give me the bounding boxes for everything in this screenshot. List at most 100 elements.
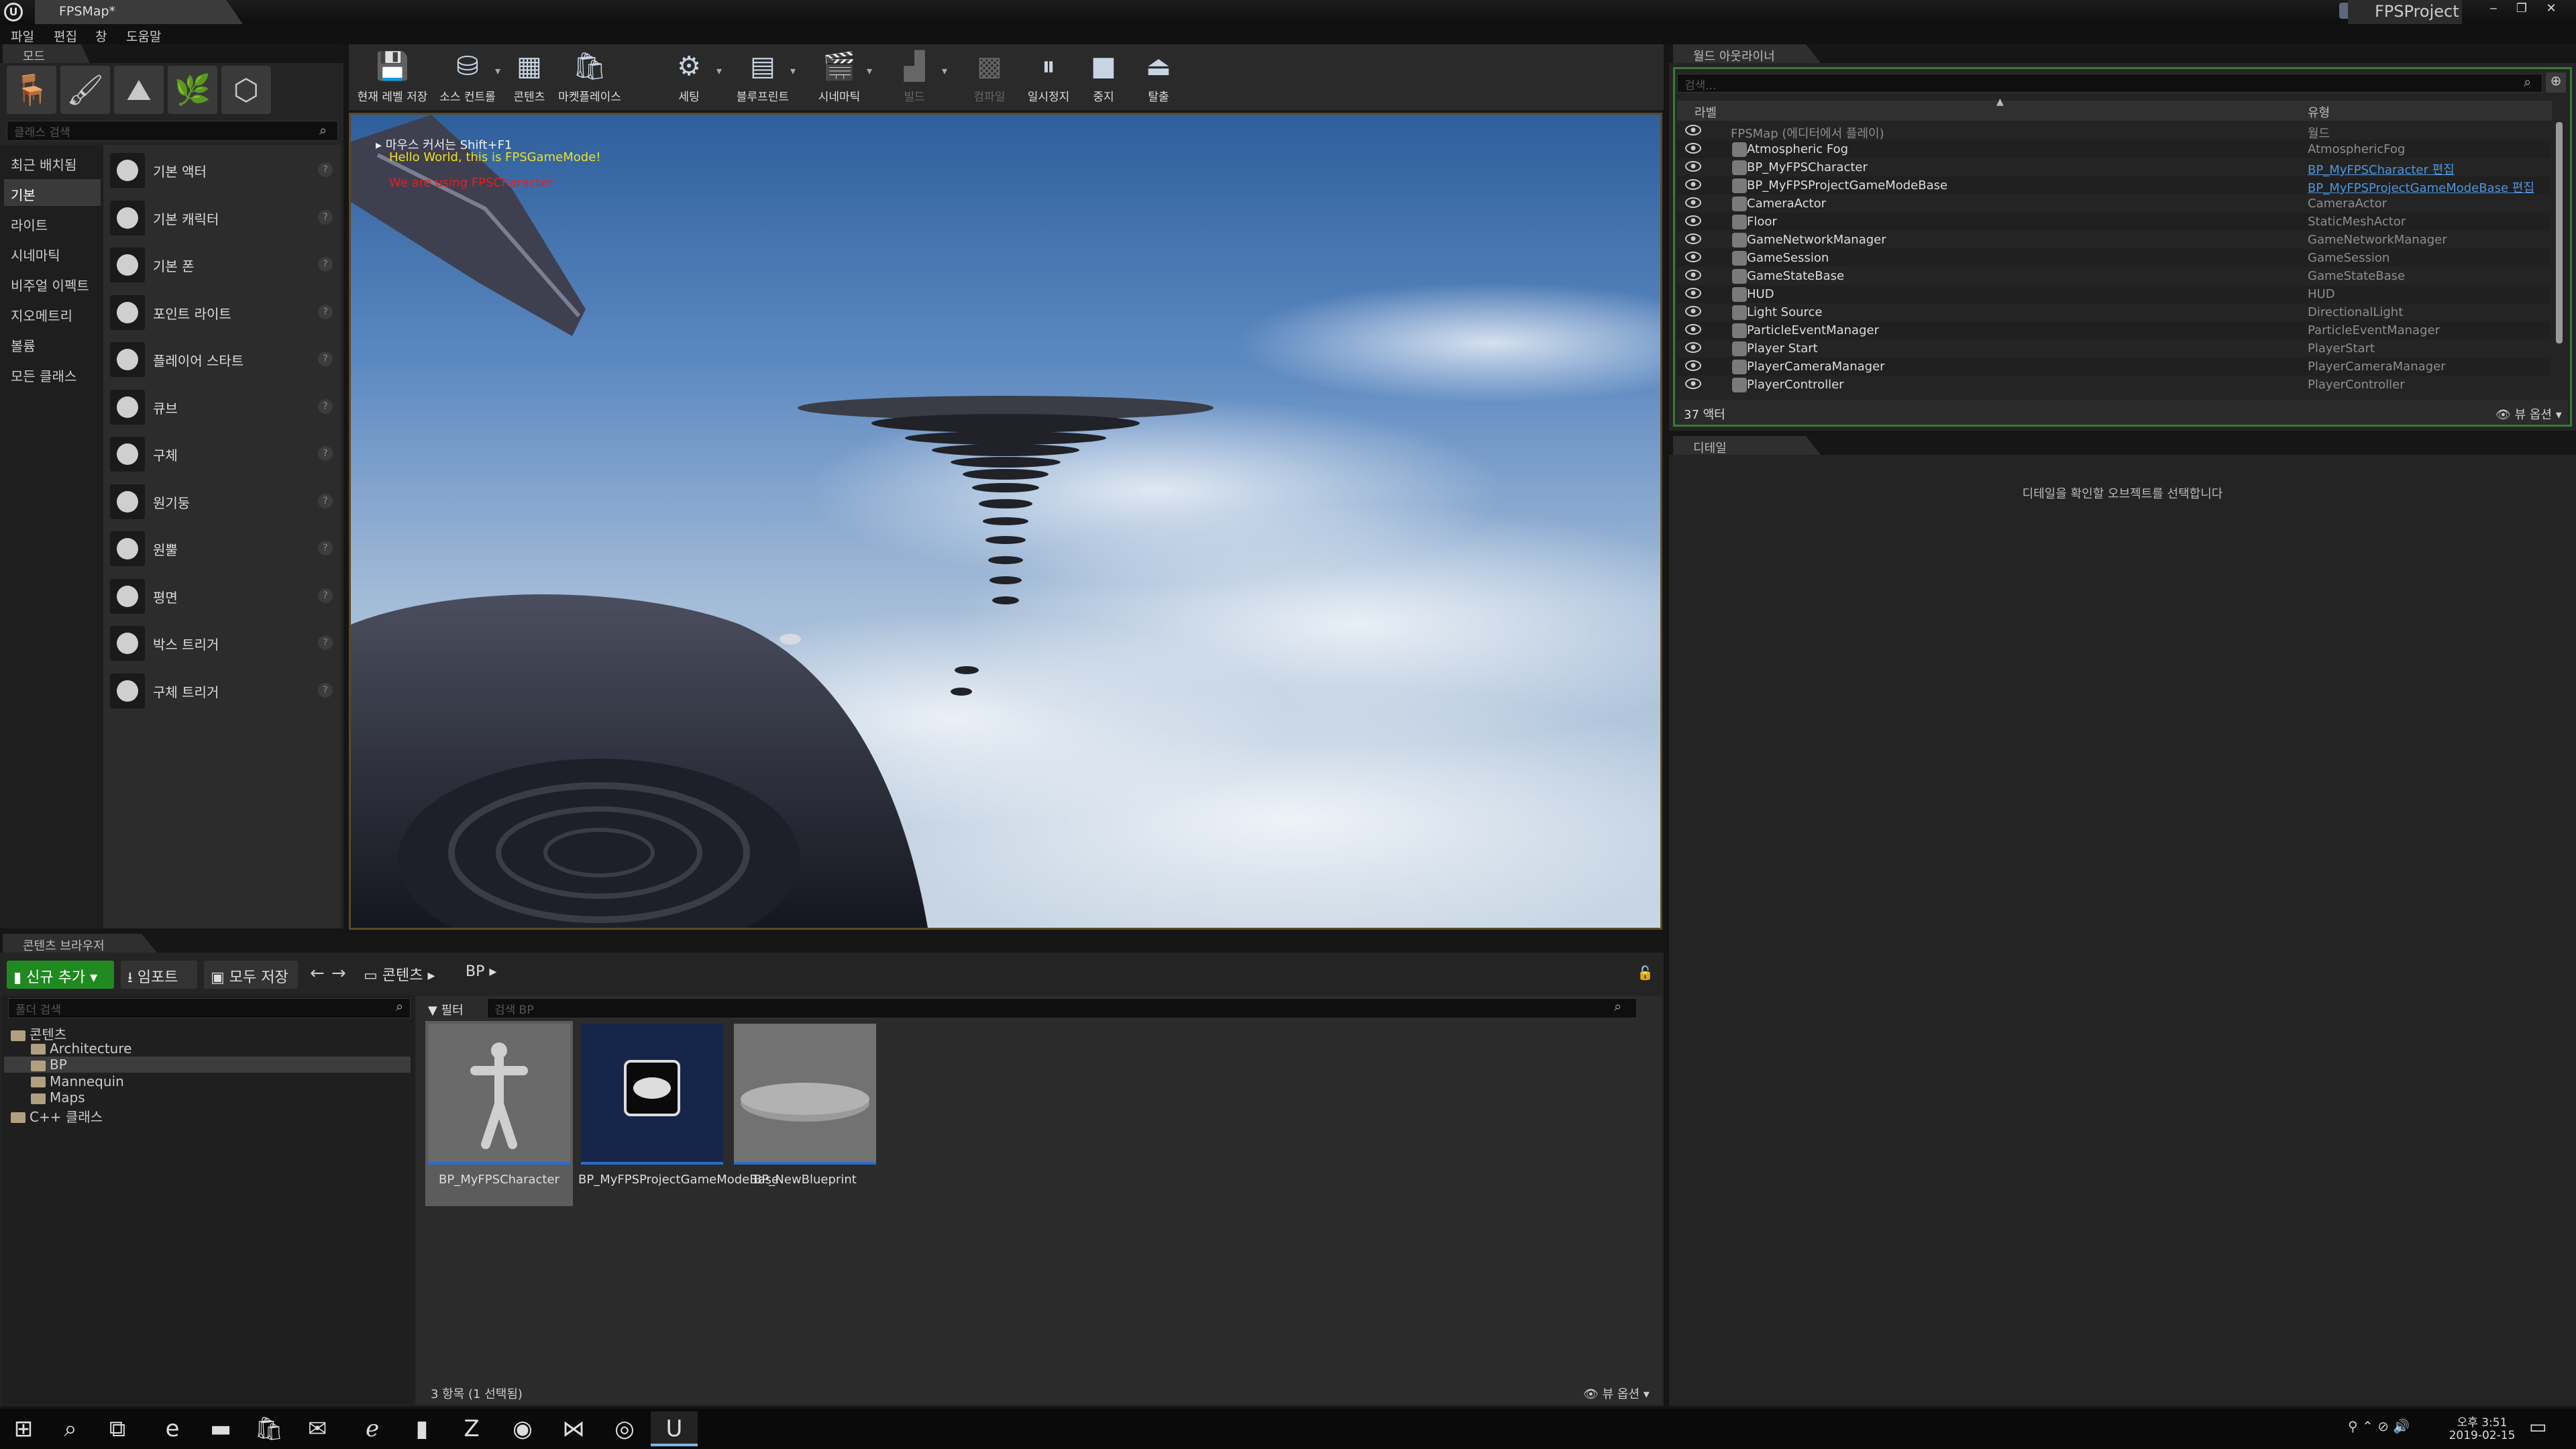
placeable-item[interactable]: 구체 트리거?: [106, 668, 337, 712]
outliner-row[interactable]: ● Player Start PlayerStart: [1677, 339, 2551, 358]
edit-blueprint-link[interactable]: BP_MyFPSProjectGameModeBase 편집: [2308, 178, 2534, 196]
outliner-row[interactable]: ● GameSession GameSession: [1677, 249, 2551, 267]
visibility-eye-icon[interactable]: ●: [1685, 233, 1701, 244]
visibility-eye-icon[interactable]: ●: [1685, 342, 1701, 353]
lock-icon[interactable]: 🔓: [1637, 965, 1654, 981]
folder-tree-item[interactable]: Architecture: [4, 1040, 411, 1057]
task-view-icon[interactable]: ⧉: [94, 1411, 141, 1446]
placeable-item[interactable]: 포인트 라이트?: [106, 290, 337, 334]
visibility-eye-icon[interactable]: ●: [1685, 306, 1701, 317]
category-item[interactable]: 기본: [4, 179, 101, 206]
placeable-item[interactable]: 평면?: [106, 574, 337, 618]
outliner-row[interactable]: ● HUD HUD: [1677, 285, 2551, 303]
folder-tree-item[interactable]: 콘텐츠: [4, 1024, 411, 1042]
category-item[interactable]: 시네마틱: [4, 239, 101, 266]
details-tab[interactable]: 디테일: [1673, 436, 1821, 455]
category-item[interactable]: 최근 배치됨: [4, 149, 101, 176]
menu-file[interactable]: 파일: [11, 27, 34, 45]
landscape-mode-icon[interactable]: ⛰: [114, 66, 164, 114]
placeable-item[interactable]: 구체?: [106, 431, 337, 476]
visibility-eye-icon[interactable]: ●: [1685, 360, 1701, 371]
asset-view-options[interactable]: 👁 뷰 옵션 ▾: [1583, 1385, 1650, 1402]
outliner-row[interactable]: ● Atmospheric Fog AtmosphericFog: [1677, 140, 2551, 158]
menu-help[interactable]: 도움말: [126, 27, 161, 45]
folder-search-input[interactable]: 폴더 검색: [8, 998, 411, 1018]
dropdown-arrow-icon[interactable]: ▾: [867, 64, 872, 77]
outliner-row[interactable]: ● BP_MyFPSProjectGameModeBase BP_MyFPSProj…: [1677, 176, 2551, 195]
outliner-row[interactable]: ● GameNetworkManager GameNetworkManager: [1677, 231, 2551, 249]
settings-button[interactable]: ⚙ 세팅: [652, 47, 726, 109]
unreal-icon[interactable]: U: [651, 1411, 698, 1446]
level-tab[interactable]: FPSMap*: [35, 0, 243, 24]
system-tray-icons[interactable]: ⚲ ⌃ ⊘ 🔊: [2348, 1418, 2410, 1434]
outliner-row[interactable]: ● Light Source DirectionalLight: [1677, 303, 2551, 321]
column-type-header[interactable]: 유형: [2308, 103, 2330, 121]
ie-icon[interactable]: ℯ: [349, 1411, 396, 1446]
help-icon[interactable]: ?: [318, 209, 333, 225]
asset-search-input[interactable]: 검색 BP: [487, 998, 1637, 1018]
visibility-eye-icon[interactable]: ●: [1685, 378, 1701, 389]
path-root[interactable]: ▭ 콘텐츠 ▸: [364, 963, 435, 985]
blueprint-button[interactable]: ▤ 블루프린트: [726, 47, 800, 109]
mail-icon[interactable]: ✉: [294, 1411, 341, 1446]
outliner-row[interactable]: ● CameraActor CameraActor: [1677, 195, 2551, 213]
geometry-mode-icon[interactable]: ⬡: [221, 66, 271, 114]
menu-edit[interactable]: 편집: [54, 27, 77, 45]
outliner-search-input[interactable]: 검색...: [1677, 74, 2542, 93]
category-item[interactable]: 지오메트리: [4, 300, 101, 327]
visibility-eye-icon[interactable]: ●: [1685, 215, 1701, 226]
start-icon[interactable]: ⊞: [0, 1411, 47, 1446]
marketplace-button[interactable]: 🛍 마켓플레이스: [553, 47, 627, 109]
placeable-item[interactable]: 박스 트리거?: [106, 621, 337, 665]
class-search-input[interactable]: 클래스 검색: [7, 121, 338, 141]
folder-tree-item[interactable]: Mannequin: [4, 1073, 411, 1089]
visibility-eye-icon[interactable]: ●: [1685, 161, 1701, 172]
eject-button[interactable]: ⏏ 탈출: [1122, 47, 1195, 109]
outliner-root-row[interactable]: ● FPSMap (에디터에서 플레이) 월드: [1677, 122, 2551, 141]
add-actor-icon[interactable]: ⊕: [2546, 72, 2566, 93]
save-all-button[interactable]: ▣ 모두 저장: [204, 961, 298, 989]
cinematic-button[interactable]: 🎬 시네마틱: [802, 47, 876, 109]
placeable-item[interactable]: 원기둥?: [106, 479, 337, 523]
file-explorer-icon[interactable]: ▬: [197, 1411, 244, 1446]
folder-tree-item[interactable]: BP: [4, 1057, 411, 1073]
add-new-button[interactable]: ▮ 신규 추가 ▾: [7, 961, 114, 989]
notification-icon[interactable]: ▭: [2529, 1415, 2546, 1438]
category-item[interactable]: 비주얼 이펙트: [4, 270, 101, 297]
content-browser-tab[interactable]: 콘텐츠 브라우저: [3, 934, 157, 953]
visibility-eye-icon[interactable]: ●: [1685, 143, 1701, 154]
placeable-item[interactable]: 기본 액터?: [106, 148, 337, 192]
visibility-eye-icon[interactable]: ●: [1685, 197, 1701, 208]
restore-icon[interactable]: ❐: [2513, 1, 2530, 16]
help-icon[interactable]: ?: [318, 541, 333, 555]
path-bp[interactable]: BP ▸: [466, 963, 496, 980]
back-arrow-icon[interactable]: ←: [310, 963, 325, 983]
visibility-eye-icon[interactable]: ●: [1685, 270, 1701, 280]
outliner-row[interactable]: ● BP_MyFPSCharacter BP_MyFPSCharacter 편집: [1677, 158, 2551, 177]
category-item[interactable]: 볼륨: [4, 330, 101, 357]
help-icon[interactable]: ?: [318, 446, 333, 461]
help-icon[interactable]: ?: [318, 257, 333, 272]
visual-studio-icon[interactable]: ⋈: [550, 1411, 597, 1446]
column-label-header[interactable]: 라벨: [1695, 103, 1717, 121]
placeable-item[interactable]: 기본 캐릭터?: [106, 195, 337, 239]
outliner-row[interactable]: ● PlayerCameraManager PlayerCameraManager: [1677, 358, 2551, 376]
placeable-item[interactable]: 큐브?: [106, 384, 337, 429]
placeable-item[interactable]: 기본 폰?: [106, 242, 337, 286]
menu-window[interactable]: 창: [95, 27, 107, 45]
help-icon[interactable]: ?: [318, 398, 333, 414]
outliner-row[interactable]: ● ParticleEventManager ParticleEventManage…: [1677, 321, 2551, 339]
close-icon[interactable]: ✕: [2542, 1, 2560, 16]
folder-tree-item[interactable]: Maps: [4, 1089, 411, 1106]
help-icon[interactable]: ?: [318, 682, 333, 698]
store-icon[interactable]: 🛍: [246, 1411, 292, 1446]
placeable-item[interactable]: 원뿔?: [106, 526, 337, 570]
outliner-row[interactable]: ● PlayerController PlayerController: [1677, 376, 2551, 394]
paint-mode-icon[interactable]: 🖌: [60, 66, 110, 114]
minimize-icon[interactable]: ‒: [2485, 1, 2502, 16]
placeable-item[interactable]: 플레이어 스타트?: [106, 337, 337, 381]
dropdown-arrow-icon[interactable]: ▾: [716, 64, 722, 77]
import-button[interactable]: ⭳ 임포트: [121, 961, 197, 989]
forward-arrow-icon[interactable]: →: [331, 963, 346, 983]
outliner-row[interactable]: ● GameStateBase GameStateBase: [1677, 267, 2551, 285]
